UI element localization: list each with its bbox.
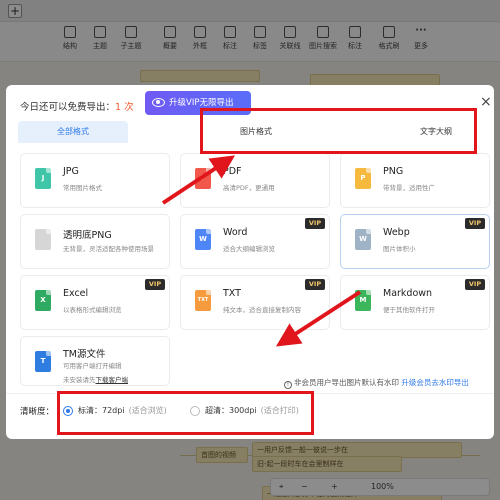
format-word[interactable]: VIP W Word 适合大纲编辑浏览 (180, 214, 330, 269)
close-icon[interactable]: × (480, 95, 492, 109)
annotation-box-tabs (200, 108, 477, 154)
pdf-file-icon: P (195, 168, 211, 189)
format-pdf[interactable]: P PDF 高清PDF，更通用 (180, 153, 330, 208)
vip-badge: VIP (465, 218, 485, 229)
annotation-box-resolution (57, 391, 314, 435)
remove-watermark-link[interactable]: 升级会员去水印导出 (401, 378, 469, 387)
watermark-notice: ! 非会员用户导出图片默认有水印 升级会员去水印导出 (284, 377, 469, 389)
resolution-label: 清晰度： (20, 407, 55, 417)
vip-badge: VIP (305, 218, 325, 229)
txt-file-icon: TXT (195, 290, 211, 311)
format-webp[interactable]: VIP W Webp 图片体积小 (340, 214, 490, 269)
word-file-icon: W (195, 229, 211, 250)
vip-badge: VIP (465, 279, 485, 290)
free-export-count: 今日还可以免费导出：1 次 (20, 102, 134, 113)
format-jpg[interactable]: J JPG 常用图片格式 (20, 153, 170, 208)
jpg-file-icon: J (35, 168, 51, 189)
tab-all-formats[interactable]: 全部格式 (18, 121, 128, 143)
tm-file-icon: T (35, 351, 51, 372)
vip-badge: VIP (145, 279, 165, 290)
format-tm-source[interactable]: T TM源文件 可用客户端打开编辑 未安装请先下载客户端 (20, 336, 170, 386)
format-excel[interactable]: VIP X Excel 以表格形式编辑浏览 (20, 275, 170, 330)
png-file-icon: P (355, 168, 371, 189)
download-client-link[interactable]: 下载客户端 (96, 376, 129, 384)
format-txt[interactable]: VIP TXT TXT 纯文本，适合直接复制内容 (180, 275, 330, 330)
free-count-value: 1 次 (115, 102, 134, 113)
eye-icon (152, 98, 165, 107)
format-transparent-png[interactable]: 透明底PNG 无背景，灵活适配各种使用场景 (20, 214, 170, 269)
transparent-png-file-icon (35, 229, 51, 250)
markdown-file-icon: M (355, 290, 371, 311)
format-markdown[interactable]: VIP M Markdown 便于其他软件打开 (340, 275, 490, 330)
info-icon: ! (284, 381, 292, 389)
format-png[interactable]: P PNG 带背景，适用性广 (340, 153, 490, 208)
vip-badge: VIP (305, 279, 325, 290)
excel-file-icon: X (35, 290, 51, 311)
webp-file-icon: W (355, 229, 371, 250)
